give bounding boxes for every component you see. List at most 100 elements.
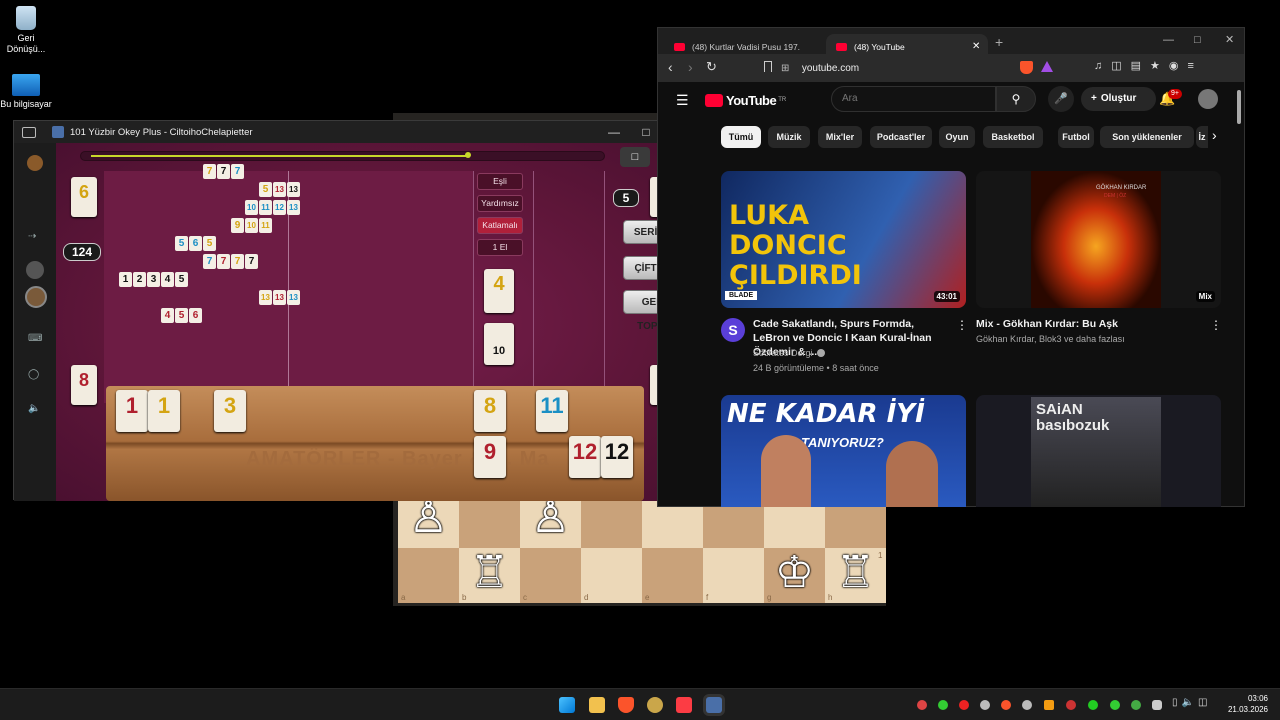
chat-icon[interactable]: ◯ (28, 369, 39, 380)
brave-browser-icon[interactable] (618, 697, 634, 713)
rack-tile[interactable]: 8 (474, 390, 506, 432)
youtube-logo[interactable]: YouTube TR (705, 92, 786, 108)
microphone-icon[interactable] (1152, 700, 1162, 710)
tray-icon[interactable] (1110, 700, 1120, 710)
video-thumbnail[interactable]: LUKA DONCIC ÇILDIRDI BLADE 43:01 (721, 171, 966, 308)
hamburger-menu-icon[interactable]: ☰ (676, 92, 689, 109)
sound-icon[interactable]: 🔈 (28, 403, 40, 414)
clock[interactable]: 03:06 21.03.2026 (1224, 693, 1268, 715)
reload-icon[interactable]: ↻ (706, 59, 717, 75)
tray-icon[interactable] (938, 700, 948, 710)
profile-avatar-icon[interactable] (27, 155, 43, 171)
tray-icon[interactable] (1001, 700, 1011, 710)
chess-square[interactable] (459, 493, 520, 548)
close-button[interactable]: ✕ (1225, 33, 1234, 46)
channel-name[interactable]: Socrates Dergi (753, 346, 813, 360)
filter-chip[interactable]: Oyun (939, 126, 975, 148)
chess-square[interactable] (581, 493, 642, 548)
video-thumbnail[interactable]: GÖKHAN KIRDAR DEM | ÖZ Mix (976, 171, 1221, 308)
chess-square[interactable] (398, 548, 459, 603)
chips-next-icon[interactable]: › (1212, 127, 1217, 143)
rack-tile[interactable]: 1 (148, 390, 180, 432)
bookmark-icon[interactable] (764, 61, 772, 72)
sidebar-toggle-icon[interactable] (22, 126, 36, 138)
chess-square[interactable] (642, 548, 703, 603)
chess-piece[interactable]: ♔ (764, 548, 825, 598)
brave-rewards-icon[interactable] (1041, 61, 1053, 72)
brave-shield-icon[interactable] (1020, 61, 1033, 74)
tray-icon[interactable] (917, 700, 927, 710)
filter-chip[interactable]: Futbol (1058, 126, 1094, 148)
filter-chip[interactable]: Müzik (768, 126, 810, 148)
tray-icon[interactable] (980, 700, 990, 710)
video-title[interactable]: Mix - Gökhan Kırdar: Bu Aşk (976, 317, 1206, 331)
filter-chip[interactable]: Son yüklenenler (1100, 126, 1194, 148)
game-app-icon[interactable] (647, 697, 663, 713)
chess-square[interactable] (581, 548, 642, 603)
search-box[interactable] (831, 86, 996, 112)
recycle-bin-icon[interactable]: Geri Dönüşü... (0, 6, 52, 55)
okey-window[interactable]: 101 Yüzbir Okey Plus - CiltoihoChelapiet… (13, 120, 692, 501)
minimize-button[interactable]: — (598, 121, 630, 143)
filter-chip[interactable]: Basketbol (983, 126, 1043, 148)
site-info-icon[interactable]: ⊞ (781, 63, 789, 74)
chat-button[interactable]: □ (620, 147, 650, 167)
rack-tile[interactable]: 11 (536, 390, 568, 432)
channel-name[interactable]: Gökhan Kırdar, Blok3 ve daha fazlası (976, 332, 1125, 346)
thumb-sub: DEM | ÖZ (1104, 193, 1127, 199)
create-button[interactable]: + Oluştur (1081, 87, 1156, 111)
tray-icon[interactable] (1131, 700, 1141, 710)
file-explorer-icon[interactable] (589, 697, 605, 713)
maximize-button[interactable]: □ (1194, 34, 1201, 46)
tray-icon[interactable] (959, 700, 969, 710)
chess-piece[interactable]: ♖ (459, 548, 520, 598)
chess-square[interactable] (520, 548, 581, 603)
toolbar-icons[interactable]: ♫◫▤★◉≡ (1094, 59, 1203, 72)
page-scrollbar[interactable] (1236, 84, 1242, 504)
okey-app-icon[interactable] (706, 697, 722, 713)
chess-square[interactable] (703, 548, 764, 603)
filter-chip[interactable]: Mix'ler (818, 126, 862, 148)
tray-icon[interactable] (1044, 700, 1054, 710)
channel-avatar[interactable]: S (721, 318, 745, 342)
exit-icon[interactable]: ⇢ (28, 231, 36, 242)
youtube-play-icon (705, 93, 723, 107)
video-thumbnail[interactable]: SAiAN basıbozuk (976, 395, 1221, 507)
rack-tile[interactable]: 3 (214, 390, 246, 432)
tray-icon[interactable] (1022, 700, 1032, 710)
filter-chip[interactable]: Tümü (721, 126, 761, 148)
keyboard-icon[interactable]: ⌨ (28, 333, 42, 344)
tray-icon[interactable] (1088, 700, 1098, 710)
search-input[interactable] (832, 87, 992, 110)
forward-icon[interactable]: › (688, 59, 693, 75)
board-tile: 9 (231, 218, 244, 233)
more-options-icon[interactable]: ⋮ (1210, 318, 1222, 332)
more-options-icon[interactable]: ⋮ (956, 318, 968, 332)
new-tab-button[interactable]: + (995, 34, 1003, 50)
filter-chip[interactable]: Podcast'ler (870, 126, 932, 148)
chess-piece[interactable]: ♖ (825, 548, 886, 598)
voice-search-button[interactable]: 🎤 (1048, 86, 1074, 112)
discard-tile[interactable]: 10 (484, 323, 514, 365)
filter-chip[interactable]: İz (1196, 126, 1208, 148)
music-app-icon[interactable] (676, 697, 692, 713)
start-button-icon[interactable] (559, 697, 575, 713)
trash-icon (16, 6, 36, 30)
minimize-button[interactable]: — (1163, 34, 1174, 46)
tray-icon[interactable] (1066, 700, 1076, 710)
rack-tile[interactable]: 12 (601, 436, 633, 478)
okey-game-area[interactable]: □ ⌄ 777513131011121391011565777712345131… (56, 143, 692, 501)
rack-tile[interactable]: 9 (474, 436, 506, 478)
tile-rack[interactable]: AMATÖRLER - Bayer & K. Ma 1 1 3 8 11 9 12 12 (106, 386, 644, 501)
tray-system-icons[interactable]: ▯🔈◫ (1172, 697, 1211, 708)
rack-tile[interactable]: 12 (569, 436, 601, 478)
account-avatar[interactable] (1198, 89, 1218, 109)
browser-window[interactable]: (48) Kurtlar Vadisi Pusu 197. Bölüm (48)… (657, 27, 1245, 507)
chess-board[interactable]: ♙ ♙ ♖ ♔ ♖ a b c d e f g h 1 (398, 493, 886, 603)
address-bar[interactable]: ⊞ youtube.com (781, 58, 996, 78)
video-thumbnail[interactable]: NE KADAR İYİ TANIYORUZ? (721, 395, 966, 507)
this-pc-icon[interactable]: Bu bilgisayar (0, 74, 52, 110)
back-icon[interactable]: ‹ (668, 59, 673, 75)
search-button[interactable]: ⚲ (996, 86, 1036, 112)
rack-tile[interactable]: 1 (116, 390, 148, 432)
